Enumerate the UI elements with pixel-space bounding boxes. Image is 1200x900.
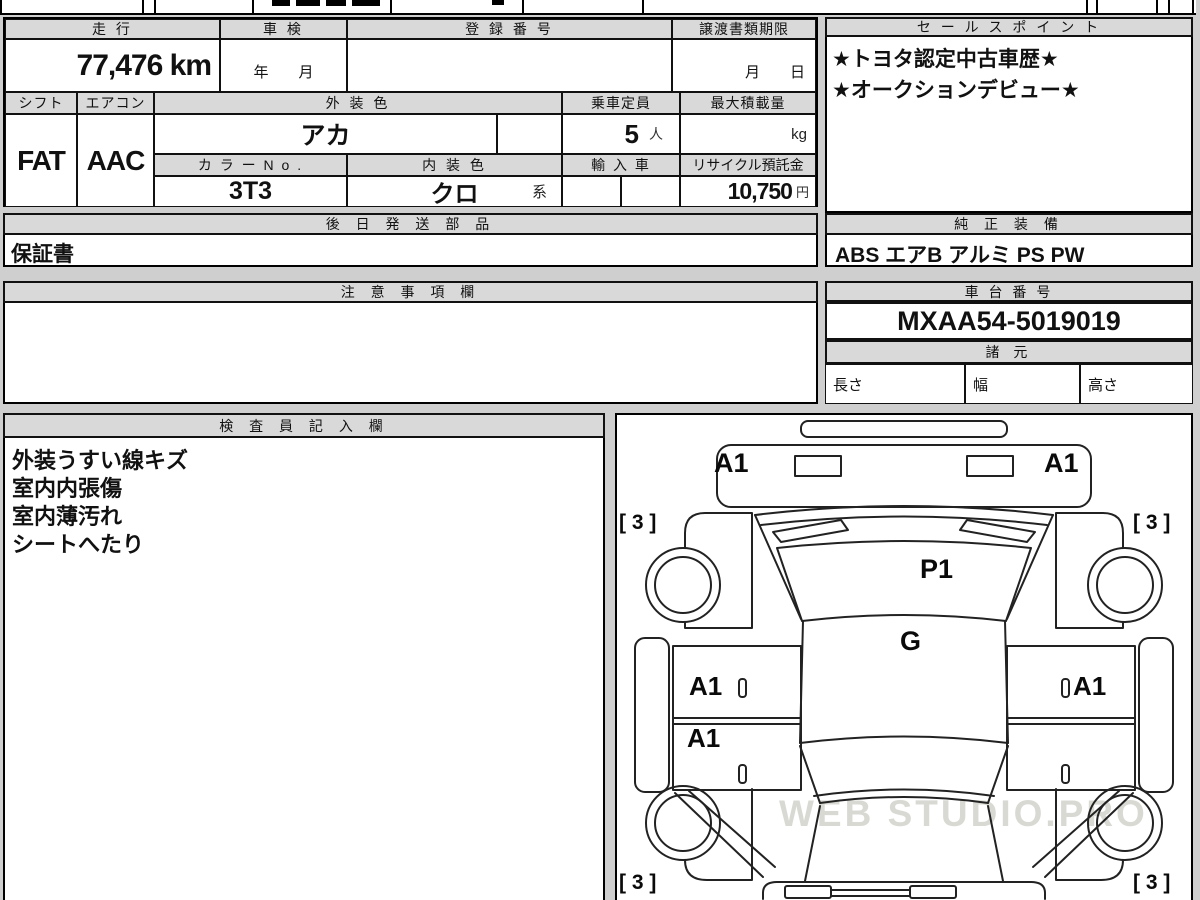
- cell-color-no-value: 3T3: [154, 176, 347, 207]
- mark-bumper-left: A1: [714, 448, 749, 478]
- recycle-unit: 円: [795, 185, 809, 200]
- header-shift: シフト: [5, 92, 77, 114]
- capacity-number: 5: [624, 118, 639, 149]
- cell-import-blank-1: [562, 176, 621, 207]
- header-recycle-deposit: リサイクル預託金: [680, 154, 816, 176]
- capacity-unit: 人: [649, 126, 663, 142]
- cell-inspection-value: 年 月: [220, 39, 347, 92]
- cell-shift-value: FAT: [5, 114, 77, 207]
- recycle-amount: 10,750: [727, 178, 793, 204]
- cutoff-row: [0, 0, 1196, 15]
- inspector-box: 検 査 員 記 入 欄 外装うすい線キズ 室内内張傷 室内薄汚れ シートへたり: [3, 413, 605, 900]
- mark-roof: G: [900, 626, 922, 656]
- cutoff-divider: [0, 0, 2, 13]
- auction-sheet: 走 行 車 検 登 録 番 号 譲渡書類期限 77,476 km 年 月 月 日…: [0, 0, 1200, 900]
- cutoff-divider: [154, 0, 156, 13]
- cell-exterior-color-value: アカ: [154, 114, 497, 154]
- later-parts-value: 保証書: [11, 243, 74, 266]
- cutoff-text-fragment: [352, 0, 380, 6]
- cutoff-divider: [522, 0, 524, 13]
- cell-recycle-value: 10,750 円: [680, 176, 816, 207]
- later-parts-box: 後 日 発 送 部 品 保証書: [3, 213, 818, 267]
- cutoff-text-fragment: [296, 0, 320, 6]
- mark-door-rear-left: A1: [687, 723, 721, 753]
- sales-point-header: セ ー ル ス ポ イ ン ト: [825, 17, 1193, 37]
- header-inspection: 車 検: [220, 19, 347, 39]
- header-aircon: エアコン: [77, 92, 154, 114]
- header-transfer-deadline: 譲渡書類期限: [672, 19, 816, 39]
- cell-exterior-color-extra: [497, 114, 562, 154]
- mark-bumper-right: A1: [1044, 448, 1079, 478]
- cutoff-divider: [142, 0, 144, 13]
- cutoff-divider: [1192, 0, 1194, 13]
- cell-transfer-value: 月 日: [672, 39, 816, 92]
- chassis-header: 車 台 番 号: [825, 281, 1193, 302]
- cutoff-divider: [390, 0, 392, 13]
- car-outline: [634, 420, 1174, 900]
- genuine-equipment-box: 純 正 装 備 ABS エアB アルミ PS PW: [825, 213, 1193, 267]
- header-import-car: 輸 入 車: [562, 154, 680, 176]
- header-interior-color: 内 装 色: [347, 154, 562, 176]
- cell-max-load-value: kg: [680, 114, 816, 154]
- chassis-box: 車 台 番 号 MXAA54-5019019 諸 元 長さ 幅 高さ: [825, 281, 1193, 404]
- cutoff-divider: [1168, 0, 1170, 13]
- cell-interior-color-value: クロ 系: [347, 176, 562, 207]
- sales-point-box: セ ー ル ス ポ イ ン ト ★トヨタ認定中古車歴★ ★オークションデビュー★: [825, 17, 1193, 213]
- spec-width-label: 幅: [973, 376, 989, 394]
- cell-aircon-value: AAC: [77, 114, 154, 207]
- cell-capacity-value: 5 人: [562, 114, 680, 154]
- cutoff-text-fragment: [272, 0, 290, 6]
- header-mileage: 走 行: [5, 19, 220, 39]
- interior-color-text: クロ: [430, 181, 479, 207]
- spec-height-cell: 高さ: [1080, 364, 1193, 404]
- header-color-no: カ ラ ー N o .: [154, 154, 347, 176]
- mark-windshield: P1: [920, 554, 954, 584]
- mark-rear-corner-left: [ 3 ]: [619, 871, 657, 894]
- cutoff-text-fragment: [492, 0, 504, 5]
- cell-mileage-value: 77,476 km: [5, 39, 220, 92]
- mark-rear-corner-right: [ 3 ]: [1133, 871, 1171, 894]
- cutoff-divider: [642, 0, 644, 13]
- cell-registration-value: [347, 39, 672, 92]
- vehicle-info-table: 走 行 車 検 登 録 番 号 譲渡書類期限 77,476 km 年 月 月 日…: [3, 17, 818, 207]
- cutoff-divider: [1086, 0, 1088, 13]
- mark-front-corner-right: [ 3 ]: [1133, 511, 1171, 534]
- sales-point-line: ★オークションデビュー★: [832, 79, 1080, 102]
- chassis-value: MXAA54-5019019: [825, 302, 1193, 340]
- later-parts-header: 後 日 発 送 部 品: [3, 213, 818, 235]
- specs-header: 諸 元: [825, 340, 1193, 364]
- notes-box: 注 意 事 項 欄: [3, 281, 818, 404]
- inspector-line: シートへたり: [12, 532, 145, 557]
- header-registration-no: 登 録 番 号: [347, 19, 672, 39]
- header-capacity: 乗車定員: [562, 92, 680, 114]
- mark-door-front-right: A1: [1073, 671, 1107, 701]
- cutoff-divider: [1156, 0, 1158, 13]
- header-exterior-color: 外 装 色: [154, 92, 562, 114]
- spec-length-cell: 長さ: [825, 364, 965, 404]
- genuine-equipment-header: 純 正 装 備: [825, 213, 1193, 235]
- genuine-equipment-value: ABS エアB アルミ PS PW: [835, 244, 1085, 267]
- interior-color-suffix: 系: [531, 184, 547, 201]
- mark-door-front-left: A1: [689, 671, 723, 701]
- car-diagram-box: WEB STUDIO.PRO A1 A1 [3] [3] P1 G A1…: [615, 413, 1193, 900]
- cutoff-divider: [1096, 0, 1098, 13]
- cutoff-text-fragment: [326, 0, 346, 6]
- inspector-header: 検 査 員 記 入 欄: [3, 413, 605, 438]
- mark-front-corner-left: [ 3 ]: [619, 511, 657, 534]
- notes-header: 注 意 事 項 欄: [3, 281, 818, 303]
- cell-import-blank-2: [621, 176, 680, 207]
- header-max-load: 最大積載量: [680, 92, 816, 114]
- spec-length-label: 長さ: [833, 376, 864, 394]
- cutoff-divider: [252, 0, 254, 13]
- sales-point-line: ★トヨタ認定中古車歴★: [832, 48, 1059, 71]
- spec-width-cell: 幅: [965, 364, 1080, 404]
- spec-height-label: 高さ: [1088, 376, 1119, 394]
